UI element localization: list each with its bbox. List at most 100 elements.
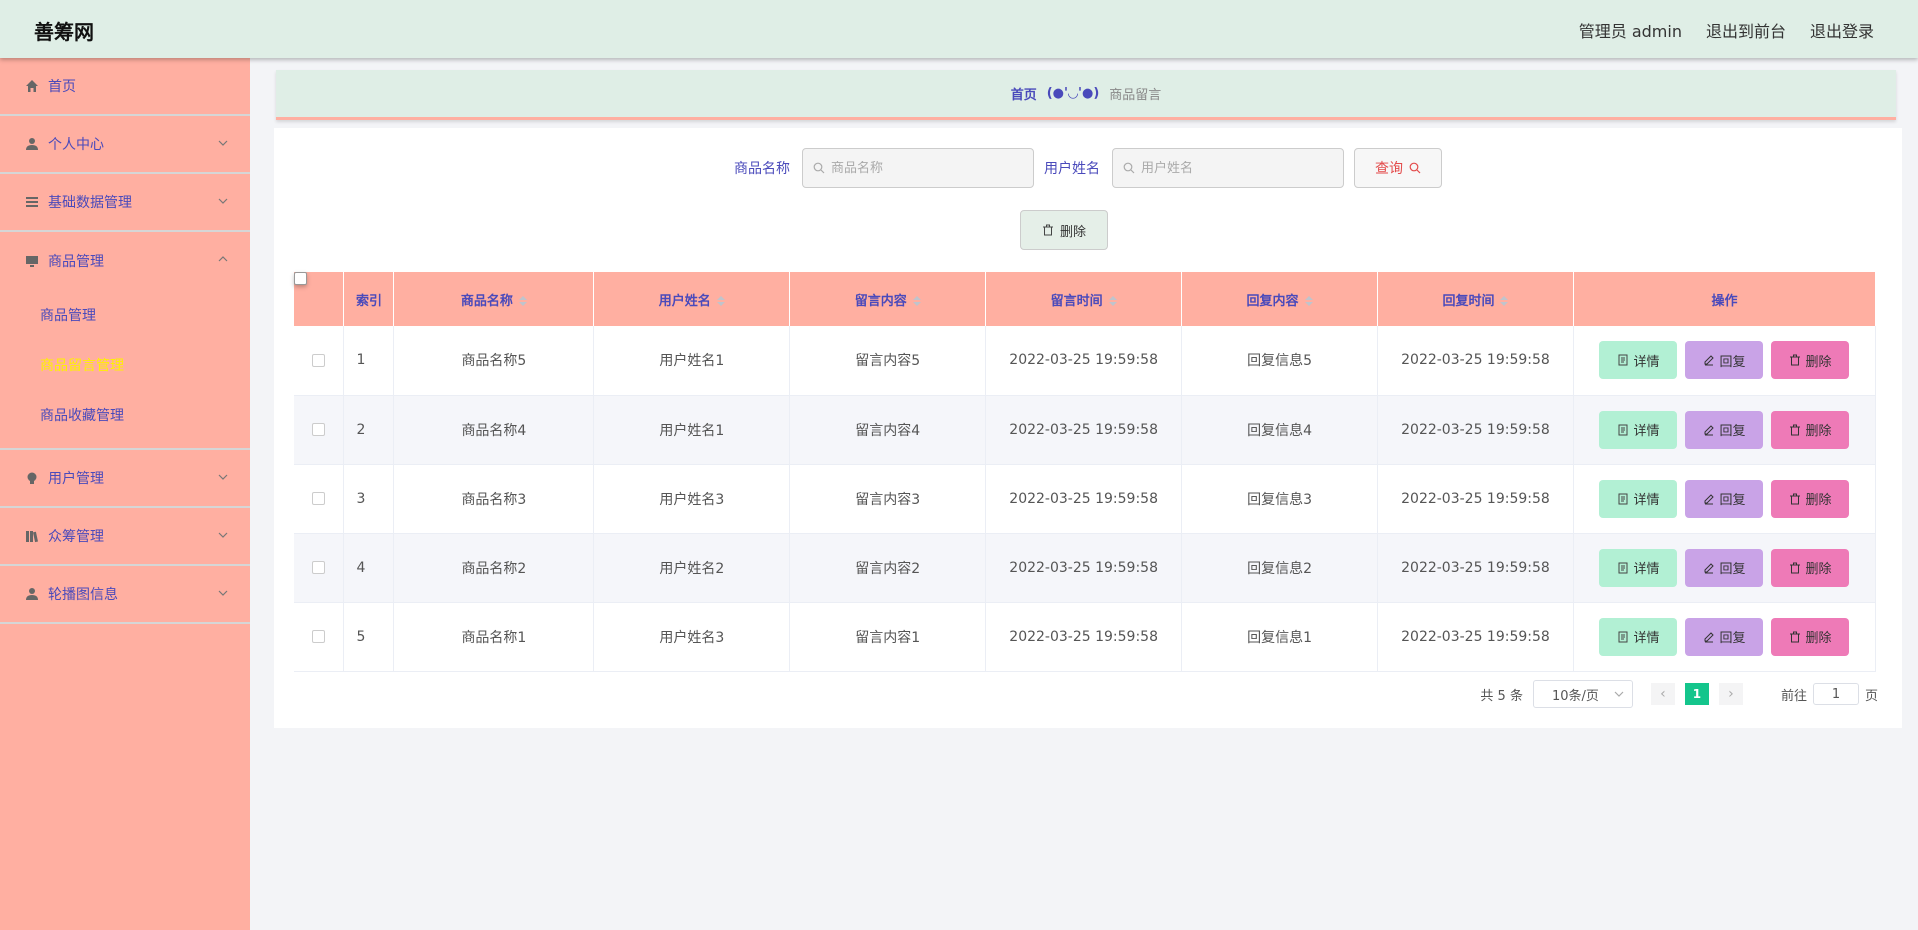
user-name-label: 用户姓名 — [1044, 161, 1100, 177]
logout-link[interactable]: 退出登录 — [1810, 18, 1874, 42]
sort-icon[interactable] — [912, 296, 921, 306]
cell-index: 4 — [343, 533, 395, 603]
submenu-item-product[interactable]: 商品管理 — [0, 290, 250, 340]
reply-button[interactable]: 回复 — [1685, 410, 1764, 449]
detail-button[interactable]: 详情 — [1599, 479, 1678, 518]
col-header-actions: 操作 — [1573, 272, 1877, 326]
sidebar-item-crowdfunding[interactable]: 众筹管理 — [0, 508, 250, 566]
row-select-cell[interactable] — [294, 464, 345, 534]
sort-icon[interactable] — [1108, 296, 1117, 306]
list-icon — [24, 194, 40, 210]
select-all-cell[interactable] — [294, 272, 345, 326]
page-size-select[interactable]: 10条/页 — [1532, 680, 1633, 708]
reply-button[interactable]: 回复 — [1685, 479, 1764, 518]
cell-content: 留言内容5 — [789, 326, 987, 396]
cell-product: 商品名称1 — [393, 602, 595, 672]
reply-button[interactable]: 回复 — [1685, 341, 1764, 380]
delete-button[interactable]: 删除 — [1771, 410, 1850, 449]
content-panel: 商品名称 用户姓名 查询 删除 — [274, 128, 1902, 728]
breadcrumb-current: 商品留言 — [1109, 88, 1162, 103]
cell-content: 留言内容4 — [789, 395, 987, 465]
row-select-cell[interactable] — [294, 602, 345, 672]
cell-product: 商品名称4 — [393, 395, 595, 465]
product-submenu: 商品管理 商品留言管理 商品收藏管理 — [0, 290, 250, 450]
cell-actions: 详情 回复 删除 — [1573, 395, 1877, 465]
cell-reply: 回复信息4 — [1181, 395, 1379, 465]
user-name-field[interactable] — [1112, 148, 1344, 188]
goto-page-input[interactable] — [1812, 683, 1859, 705]
col-header-reply[interactable]: 回复内容 — [1181, 272, 1379, 326]
row-select-cell[interactable] — [294, 326, 345, 396]
sort-icon[interactable] — [1304, 296, 1313, 306]
cell-product: 商品名称5 — [393, 326, 595, 396]
books-icon — [24, 528, 40, 544]
select-all-checkbox[interactable] — [294, 272, 307, 285]
query-button[interactable]: 查询 — [1354, 148, 1442, 188]
cell-content: 留言内容2 — [789, 533, 987, 603]
sidebar-item-personal-center[interactable]: 个人中心 — [0, 116, 250, 174]
row-checkbox[interactable] — [312, 630, 326, 643]
table-header-row: 索引 商品名称 用户姓名 留言内容 留言时间 回复内容 回复时间 操作 — [294, 272, 1877, 326]
product-name-input[interactable] — [831, 160, 1021, 176]
breadcrumb-separator: (●'◡'●) — [1046, 86, 1100, 101]
cell-reply: 回复信息2 — [1181, 533, 1379, 603]
detail-button[interactable]: 详情 — [1599, 548, 1678, 587]
cell-reply-time: 2022-03-25 19:59:58 — [1377, 326, 1574, 396]
submenu-item-product-favorites[interactable]: 商品收藏管理 — [0, 390, 250, 440]
search-icon — [1409, 162, 1421, 174]
row-checkbox[interactable] — [312, 561, 326, 574]
bulk-delete-button[interactable]: 删除 — [1020, 210, 1108, 250]
sidebar-item-user-management[interactable]: 用户管理 — [0, 450, 250, 508]
delete-button[interactable]: 删除 — [1771, 617, 1850, 656]
next-page-button[interactable]: › — [1718, 683, 1743, 705]
reply-button[interactable]: 回复 — [1685, 548, 1764, 587]
site-logo[interactable]: 善筹网 — [34, 16, 94, 45]
detail-button[interactable]: 详情 — [1599, 617, 1678, 656]
monitor-icon — [24, 253, 40, 269]
exit-to-front-link[interactable]: 退出到前台 — [1706, 18, 1786, 42]
col-header-time[interactable]: 留言时间 — [985, 272, 1183, 326]
cell-actions: 详情 回复 删除 — [1573, 326, 1877, 396]
sort-icon[interactable] — [1500, 296, 1509, 306]
bulk-delete-label: 删除 — [1059, 224, 1086, 240]
col-header-user[interactable]: 用户姓名 — [593, 272, 791, 326]
detail-button[interactable]: 详情 — [1599, 410, 1678, 449]
row-select-cell[interactable] — [294, 533, 345, 603]
cell-actions: 详情 回复 删除 — [1573, 602, 1877, 672]
document-icon — [1618, 354, 1628, 366]
col-header-product[interactable]: 商品名称 — [393, 272, 595, 326]
cell-index: 5 — [343, 602, 395, 672]
submenu-item-product-messages[interactable]: 商品留言管理 — [0, 340, 250, 390]
detail-button[interactable]: 详情 — [1599, 341, 1678, 380]
cell-user: 用户姓名3 — [593, 464, 791, 534]
sort-icon[interactable] — [716, 296, 725, 306]
cell-time: 2022-03-25 19:59:58 — [985, 395, 1183, 465]
document-icon — [1618, 424, 1628, 435]
sort-icon[interactable] — [518, 296, 527, 306]
col-header-content[interactable]: 留言内容 — [789, 272, 987, 326]
cell-content: 留言内容3 — [789, 464, 987, 534]
sidebar-menu: 首页 个人中心 基础数据管理 商品管理 商品管理 商品留言管理 商品收藏管理 用… — [0, 58, 250, 930]
trash-icon — [1790, 354, 1801, 366]
sidebar-item-home[interactable]: 首页 — [0, 58, 250, 116]
delete-button[interactable]: 删除 — [1771, 548, 1850, 587]
user-name-input[interactable] — [1141, 160, 1331, 176]
col-header-reply-time[interactable]: 回复时间 — [1377, 272, 1574, 326]
sidebar-item-product-management[interactable]: 商品管理 — [0, 232, 250, 290]
row-checkbox[interactable] — [312, 423, 326, 436]
row-checkbox[interactable] — [312, 353, 326, 367]
sidebar-item-carousel[interactable]: 轮播图信息 — [0, 566, 250, 624]
breadcrumb-home[interactable]: 首页 — [1011, 84, 1037, 103]
reply-button[interactable]: 回复 — [1685, 617, 1764, 656]
delete-button[interactable]: 删除 — [1771, 479, 1850, 518]
product-name-field[interactable] — [802, 148, 1034, 188]
row-checkbox[interactable] — [312, 492, 326, 505]
delete-button[interactable]: 删除 — [1771, 341, 1850, 380]
chevron-down-icon — [218, 140, 228, 146]
sidebar-item-basic-data[interactable]: 基础数据管理 — [0, 174, 250, 232]
sidebar-item-label: 用户管理 — [48, 471, 104, 487]
prev-page-button[interactable]: ‹ — [1650, 683, 1675, 705]
page-number-current[interactable]: 1 — [1684, 683, 1709, 705]
cell-reply-time: 2022-03-25 19:59:58 — [1377, 395, 1574, 465]
row-select-cell[interactable] — [294, 395, 345, 465]
